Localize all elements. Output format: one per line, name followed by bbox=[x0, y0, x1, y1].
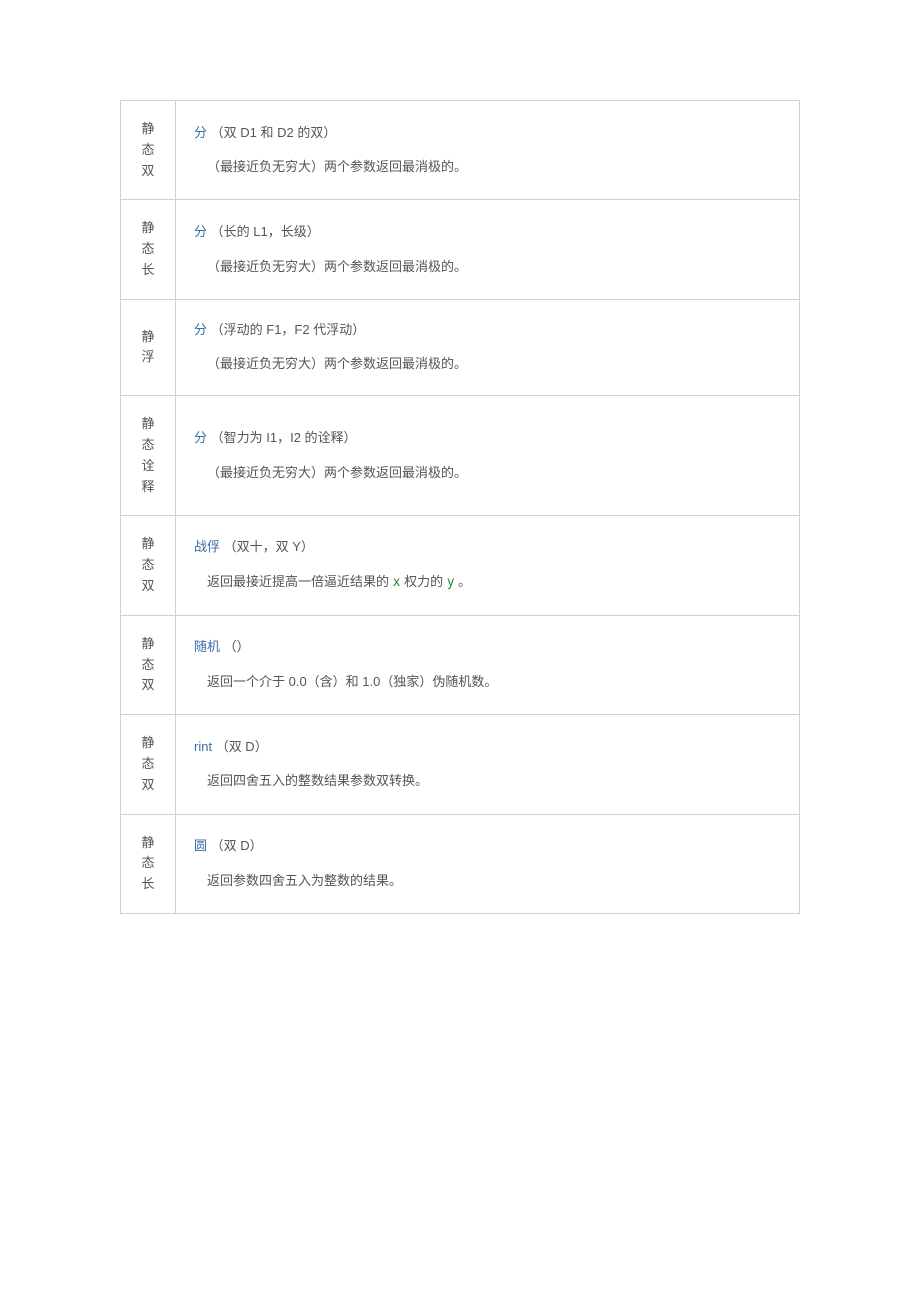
modifier-cell: 静态双 bbox=[121, 715, 176, 814]
document-page: 静态双分 （双 D1 和 D2 的双）（最接近负无穷大）两个参数返回最消极的。静… bbox=[0, 0, 920, 1302]
desc-pre: 返回最接近提高一倍逼近结果的 bbox=[207, 574, 393, 589]
desc-pre: 返回参数四舍五入为整数的结果。 bbox=[207, 873, 402, 888]
modifier-char: 释 bbox=[129, 477, 167, 498]
modifier-char: 诠 bbox=[129, 456, 167, 477]
method-signature: 圆 （双 D） bbox=[194, 834, 785, 859]
method-signature: 分 （长的 L1，长级） bbox=[194, 220, 785, 245]
description-cell: 分 （浮动的 F1，F2 代浮动） （最接近负无穷大）两个参数返回最消极的。 bbox=[176, 299, 800, 395]
modifier-char: 静 bbox=[129, 634, 167, 655]
modifier-char: 双 bbox=[129, 675, 167, 696]
code-variable: y bbox=[447, 575, 455, 590]
desc-post: 。 bbox=[455, 574, 472, 589]
desc-pre: 返回四舍五入的整数结果参数双转换。 bbox=[207, 773, 428, 788]
method-signature: 战俘 （双十，双 Y） bbox=[194, 535, 785, 560]
modifier-char: 态 bbox=[129, 655, 167, 676]
description-cell: 随机 （） 返回一个介于 0.0（含）和 1.0（独家）伪随机数。 bbox=[176, 615, 800, 714]
table-row: 静态双 rint （双 D） 返回四舍五入的整数结果参数双转换。 bbox=[121, 715, 800, 814]
desc-mid: 权力的 bbox=[400, 574, 446, 589]
method-params: （双 D） bbox=[211, 838, 263, 853]
desc-pre: （最接近负无穷大）两个参数返回最消极的。 bbox=[207, 259, 467, 274]
modifier-char: 双 bbox=[129, 775, 167, 796]
method-signature: 分 （智力为 I1，I2 的诠释） bbox=[194, 426, 785, 451]
modifier-cell: 静态双 bbox=[121, 516, 176, 615]
method-name[interactable]: 圆 bbox=[194, 838, 207, 853]
method-description: （最接近负无穷大）两个参数返回最消极的。 bbox=[194, 255, 785, 280]
table-row: 静态双随机 （）返回一个介于 0.0（含）和 1.0（独家）伪随机数。 bbox=[121, 615, 800, 714]
method-params: （长的 L1，长级） bbox=[211, 224, 320, 239]
method-signature: 随机 （） bbox=[194, 635, 785, 660]
description-cell: 分 （长的 L1，长级） （最接近负无穷大）两个参数返回最消极的。 bbox=[176, 200, 800, 299]
method-name[interactable]: 战俘 bbox=[194, 539, 220, 554]
modifier-char: 双 bbox=[129, 576, 167, 597]
method-signature: rint （双 D） bbox=[194, 735, 785, 760]
modifier-char: 态 bbox=[129, 853, 167, 874]
modifier-cell: 静态双 bbox=[121, 101, 176, 200]
modifier-char: 静 bbox=[129, 218, 167, 239]
desc-pre: （最接近负无穷大）两个参数返回最消极的。 bbox=[207, 159, 467, 174]
desc-pre: （最接近负无穷大）两个参数返回最消极的。 bbox=[207, 465, 467, 480]
modifier-cell: 静态诠释 bbox=[121, 396, 176, 516]
description-cell: 圆 （双 D） 返回参数四舍五入为整数的结果。 bbox=[176, 814, 800, 913]
method-description: （最接近负无穷大）两个参数返回最消极的。 bbox=[194, 352, 785, 377]
method-description: 返回四舍五入的整数结果参数双转换。 bbox=[194, 769, 785, 794]
method-name[interactable]: rint bbox=[194, 739, 212, 754]
modifier-char: 态 bbox=[129, 140, 167, 161]
table-row: 静浮分 （浮动的 F1，F2 代浮动）（最接近负无穷大）两个参数返回最消极的。 bbox=[121, 299, 800, 395]
modifier-cell: 静态长 bbox=[121, 200, 176, 299]
modifier-cell: 静态双 bbox=[121, 615, 176, 714]
method-description: （最接近负无穷大）两个参数返回最消极的。 bbox=[194, 155, 785, 180]
table-row: 静态诠释分 （智力为 I1，I2 的诠释）（最接近负无穷大）两个参数返回最消极的… bbox=[121, 396, 800, 516]
method-name[interactable]: 随机 bbox=[194, 639, 220, 654]
modifier-cell: 静浮 bbox=[121, 299, 176, 395]
table-row: 静态长分 （长的 L1，长级）（最接近负无穷大）两个参数返回最消极的。 bbox=[121, 200, 800, 299]
method-signature: 分 （双 D1 和 D2 的双） bbox=[194, 121, 785, 146]
method-params: （智力为 I1，I2 的诠释） bbox=[211, 430, 357, 445]
modifier-char: 静 bbox=[129, 327, 167, 348]
desc-pre: 返回一个介于 0.0（含）和 1.0（独家）伪随机数。 bbox=[207, 674, 497, 689]
method-signature: 分 （浮动的 F1，F2 代浮动） bbox=[194, 318, 785, 343]
modifier-char: 静 bbox=[129, 414, 167, 435]
description-cell: 分 （双 D1 和 D2 的双） （最接近负无穷大）两个参数返回最消极的。 bbox=[176, 101, 800, 200]
table-row: 静态双分 （双 D1 和 D2 的双）（最接近负无穷大）两个参数返回最消极的。 bbox=[121, 101, 800, 200]
modifier-char: 双 bbox=[129, 161, 167, 182]
modifier-char: 浮 bbox=[129, 347, 167, 368]
method-params: （双十，双 Y） bbox=[224, 539, 314, 554]
desc-pre: （最接近负无穷大）两个参数返回最消极的。 bbox=[207, 356, 467, 371]
description-cell: 分 （智力为 I1，I2 的诠释） （最接近负无穷大）两个参数返回最消极的。 bbox=[176, 396, 800, 516]
modifier-char: 态 bbox=[129, 754, 167, 775]
modifier-char: 静 bbox=[129, 833, 167, 854]
method-params: （） bbox=[224, 639, 250, 654]
description-cell: rint （双 D） 返回四舍五入的整数结果参数双转换。 bbox=[176, 715, 800, 814]
method-params: （双 D1 和 D2 的双） bbox=[211, 125, 337, 140]
modifier-char: 静 bbox=[129, 733, 167, 754]
modifier-char: 长 bbox=[129, 260, 167, 281]
modifier-char: 静 bbox=[129, 119, 167, 140]
modifier-char: 长 bbox=[129, 874, 167, 895]
method-name[interactable]: 分 bbox=[194, 224, 207, 239]
method-table: 静态双分 （双 D1 和 D2 的双）（最接近负无穷大）两个参数返回最消极的。静… bbox=[120, 100, 800, 914]
modifier-cell: 静态长 bbox=[121, 814, 176, 913]
method-description: （最接近负无穷大）两个参数返回最消极的。 bbox=[194, 461, 785, 486]
modifier-char: 静 bbox=[129, 534, 167, 555]
modifier-char: 态 bbox=[129, 239, 167, 260]
method-name[interactable]: 分 bbox=[194, 125, 207, 140]
method-params: （浮动的 F1，F2 代浮动） bbox=[211, 322, 366, 337]
method-name[interactable]: 分 bbox=[194, 430, 207, 445]
method-description: 返回最接近提高一倍逼近结果的 x 权力的 y 。 bbox=[194, 570, 785, 596]
method-description: 返回一个介于 0.0（含）和 1.0（独家）伪随机数。 bbox=[194, 670, 785, 695]
method-params: （双 D） bbox=[216, 739, 268, 754]
modifier-char: 态 bbox=[129, 555, 167, 576]
method-name[interactable]: 分 bbox=[194, 322, 207, 337]
table-row: 静态双战俘 （双十，双 Y）返回最接近提高一倍逼近结果的 x 权力的 y 。 bbox=[121, 516, 800, 615]
table-row: 静态长圆 （双 D）返回参数四舍五入为整数的结果。 bbox=[121, 814, 800, 913]
method-description: 返回参数四舍五入为整数的结果。 bbox=[194, 869, 785, 894]
description-cell: 战俘 （双十，双 Y） 返回最接近提高一倍逼近结果的 x 权力的 y 。 bbox=[176, 516, 800, 615]
modifier-char: 态 bbox=[129, 435, 167, 456]
